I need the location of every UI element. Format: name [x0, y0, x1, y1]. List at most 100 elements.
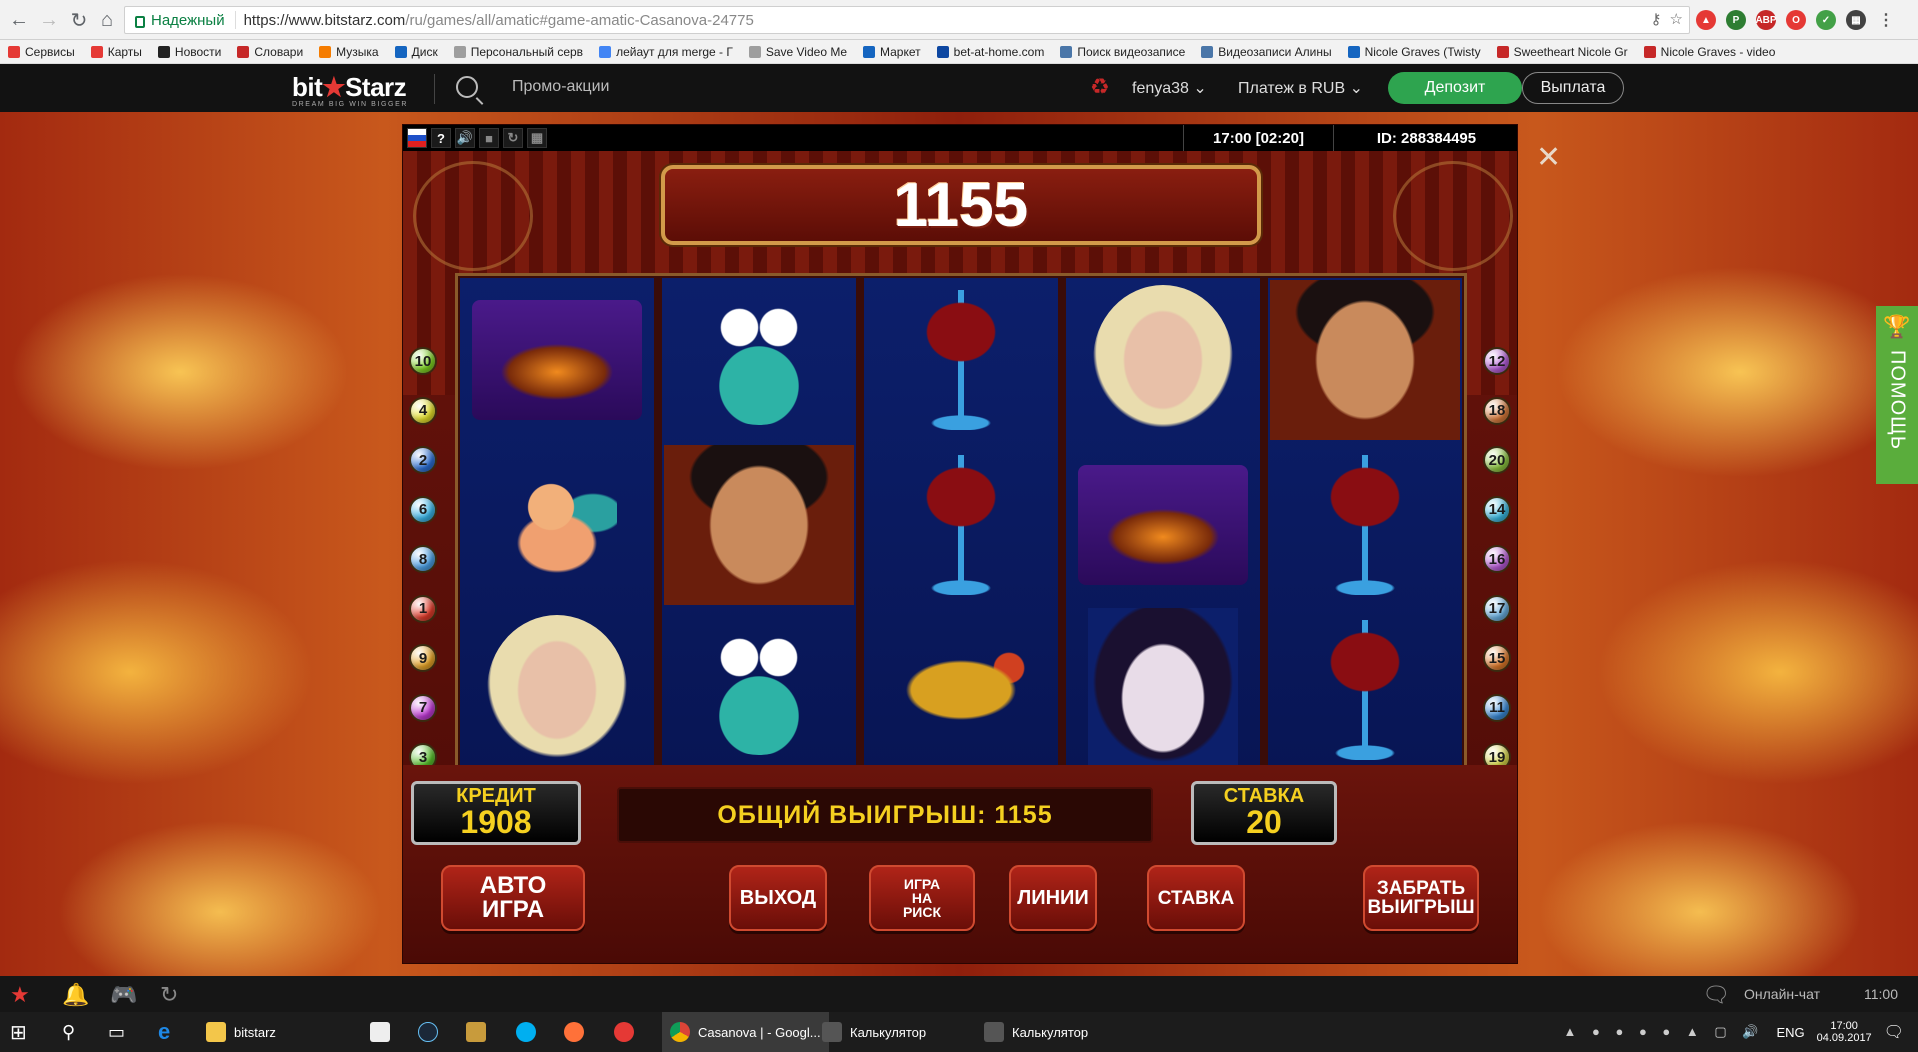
reload-icon[interactable]: ↻ — [64, 5, 94, 35]
opera-taskbar-icon[interactable] — [614, 1012, 634, 1052]
bookmark-item[interactable]: Save Video Me — [741, 45, 855, 59]
taskbar-item-calculator[interactable]: Калькулятор — [822, 1012, 926, 1052]
blonde-lady-icon — [487, 615, 627, 765]
bookmark-item[interactable]: Сервисы — [0, 45, 83, 59]
fullscreen-icon[interactable]: ■ — [479, 128, 499, 148]
bookmark-icon — [1347, 45, 1360, 58]
withdraw-button[interactable]: Выплата — [1522, 72, 1624, 104]
secure-indicator[interactable]: Надежный — [125, 11, 236, 29]
sound-icon[interactable]: 🔊 — [455, 128, 475, 148]
edge-icon[interactable]: e — [158, 1012, 170, 1052]
search-icon[interactable]: ⚲ — [62, 1012, 75, 1052]
bookmark-item[interactable]: Nicole Graves - video — [1636, 45, 1784, 59]
home-icon[interactable]: ⌂ — [92, 5, 122, 35]
bookmark-item[interactable]: Видеозаписи Алины — [1193, 45, 1339, 59]
language-indicator[interactable]: ENG — [1776, 1025, 1804, 1040]
check-ext-icon[interactable]: ✓ — [1816, 10, 1836, 30]
chevron-down-icon: ⌄ — [1193, 80, 1207, 97]
refresh-icon[interactable]: ↻ — [503, 128, 523, 148]
payment-label: Платеж в RUB — [1238, 80, 1346, 97]
adblock-icon[interactable]: ABP — [1755, 10, 1777, 30]
user-icon[interactable]: ♻ — [1090, 74, 1110, 100]
bookmark-item[interactable]: Поиск видеозаписе — [1052, 45, 1193, 59]
bookmark-item[interactable]: лейаут для merge - Г — [591, 45, 741, 59]
promo-link[interactable]: Промо-акции — [512, 78, 609, 96]
chat-icon[interactable]: 🗨 — [1702, 982, 1730, 1008]
username-dropdown[interactable]: fenya38 ⌄ — [1132, 78, 1207, 98]
bookmark-item[interactable]: Nicole Graves (Twisty — [1340, 45, 1489, 59]
gamble-button[interactable]: ИГРА НА РИСК — [869, 865, 975, 931]
bookmark-item[interactable]: Диск — [387, 45, 446, 59]
history-icon[interactable]: ↻ — [160, 982, 178, 1008]
bookmark-item[interactable]: Маркет — [855, 45, 929, 59]
payline-indicator: 17 — [1483, 594, 1511, 623]
gamble-label-2: НА — [911, 890, 933, 906]
flag-icon[interactable] — [407, 128, 427, 148]
star-icon[interactable]: ☆ — [1670, 10, 1683, 28]
forward-icon[interactable]: → — [34, 5, 64, 35]
reel-cell — [864, 608, 1058, 772]
exit-button[interactable]: ВЫХОД — [729, 865, 827, 931]
game-launcher-icon[interactable] — [466, 1012, 486, 1052]
firefox-icon[interactable] — [564, 1012, 584, 1052]
slot-game: ? 🔊 ■ ↻ ▦ 17:00 [02:20] ID: 288384495 11… — [402, 124, 1518, 964]
back-icon[interactable]: ← — [4, 5, 34, 35]
gamepad-icon[interactable]: 🎮 — [110, 982, 137, 1008]
bitstarz-logo[interactable]: bit★Starz DREAM BIG WIN BIGGER — [292, 72, 408, 108]
bell-icon[interactable]: 🔔 — [62, 982, 89, 1008]
payment-dropdown[interactable]: Платеж в RUB ⌄ — [1238, 78, 1363, 98]
tray-icons[interactable]: ▲ ● ● ● ● ▲ ▢ 🔊 — [1564, 1024, 1765, 1040]
bookmark-item[interactable]: Карты — [83, 45, 150, 59]
taskbar-item-bitstarz[interactable]: bitstarz — [206, 1012, 276, 1052]
bookmark-icon — [8, 45, 20, 58]
username: fenya38 — [1132, 80, 1189, 97]
trophy-icon: 🏆 — [1883, 314, 1911, 339]
store-icon[interactable] — [370, 1012, 390, 1052]
puzzle-ext-icon[interactable]: ▦ — [1846, 10, 1866, 30]
help-icon[interactable]: ? — [431, 128, 451, 148]
reel-cell — [864, 443, 1058, 607]
bet-value: 20 — [1246, 804, 1282, 841]
deposit-button[interactable]: Депозит — [1388, 72, 1522, 104]
layout-icon[interactable]: ▦ — [527, 128, 547, 148]
help-tab[interactable]: 🏆 ПОМОЩЬ — [1876, 306, 1918, 484]
bookmark-item[interactable]: Новости — [150, 45, 229, 59]
bookmark-item[interactable]: Словари — [229, 45, 311, 59]
search-icon[interactable] — [456, 76, 478, 98]
shield-ext-icon[interactable]: ▲ — [1696, 10, 1716, 30]
task-view-icon[interactable]: ▭ — [108, 1012, 125, 1052]
bet-button[interactable]: СТАВКА — [1147, 865, 1245, 931]
bookmark-item[interactable]: bet-at-home.com — [929, 45, 1053, 59]
win-amount: 1155 — [893, 170, 1029, 240]
bookmark-icon — [1201, 45, 1214, 58]
address-bar[interactable]: Надежный https://www.bitstarz.com/ru/gam… — [124, 6, 1690, 34]
bookmark-item[interactable]: Sweetheart Nicole Gr — [1489, 45, 1636, 59]
close-icon[interactable]: ✕ — [1536, 140, 1561, 175]
steam-icon[interactable] — [418, 1012, 438, 1052]
p-ext-icon[interactable]: P — [1726, 10, 1746, 30]
collect-button[interactable]: ЗАБРАТЬ ВЫИГРЫШ — [1363, 865, 1479, 931]
clock-date: 04.09.2017 — [1816, 1032, 1872, 1044]
skype-icon[interactable] — [516, 1012, 536, 1052]
online-chat-link[interactable]: Онлайн-чат — [1744, 986, 1820, 1002]
taskbar-item-calculator[interactable]: Калькулятор — [984, 1012, 1088, 1052]
payline-indicator: 20 — [1483, 446, 1511, 474]
reel-cell — [662, 278, 856, 442]
bookmark-item[interactable]: Персональный серв — [446, 45, 591, 59]
start-button[interactable]: ⊞ — [10, 1012, 27, 1052]
taskbar-item-chrome[interactable]: Casanova | - Googl... — [662, 1012, 829, 1052]
key-icon[interactable]: ⚷ — [1651, 10, 1662, 28]
favorite-star-icon[interactable]: ★ — [10, 982, 30, 1008]
payline-indicator: 1 — [409, 594, 437, 623]
menu-icon[interactable]: ⋮ — [1876, 10, 1896, 30]
bookmark-label: Словари — [254, 44, 304, 59]
autoplay-button[interactable]: АВТО ИГРА — [441, 865, 585, 931]
opera-icon[interactable]: O — [1786, 10, 1806, 30]
bookmark-item[interactable]: Музыка — [311, 45, 386, 59]
reel-cell — [460, 443, 654, 607]
notification-icon[interactable]: 🗨 — [1884, 1022, 1904, 1042]
clock[interactable]: 17:00 04.09.2017 — [1817, 1020, 1872, 1044]
payline-indicator: 18 — [1483, 396, 1511, 425]
control-panel: КРЕДИТ 1908 ОБЩИЙ ВЫИГРЫШ: 1155 СТАВКА 2… — [403, 765, 1517, 963]
lines-button[interactable]: ЛИНИИ — [1009, 865, 1097, 931]
